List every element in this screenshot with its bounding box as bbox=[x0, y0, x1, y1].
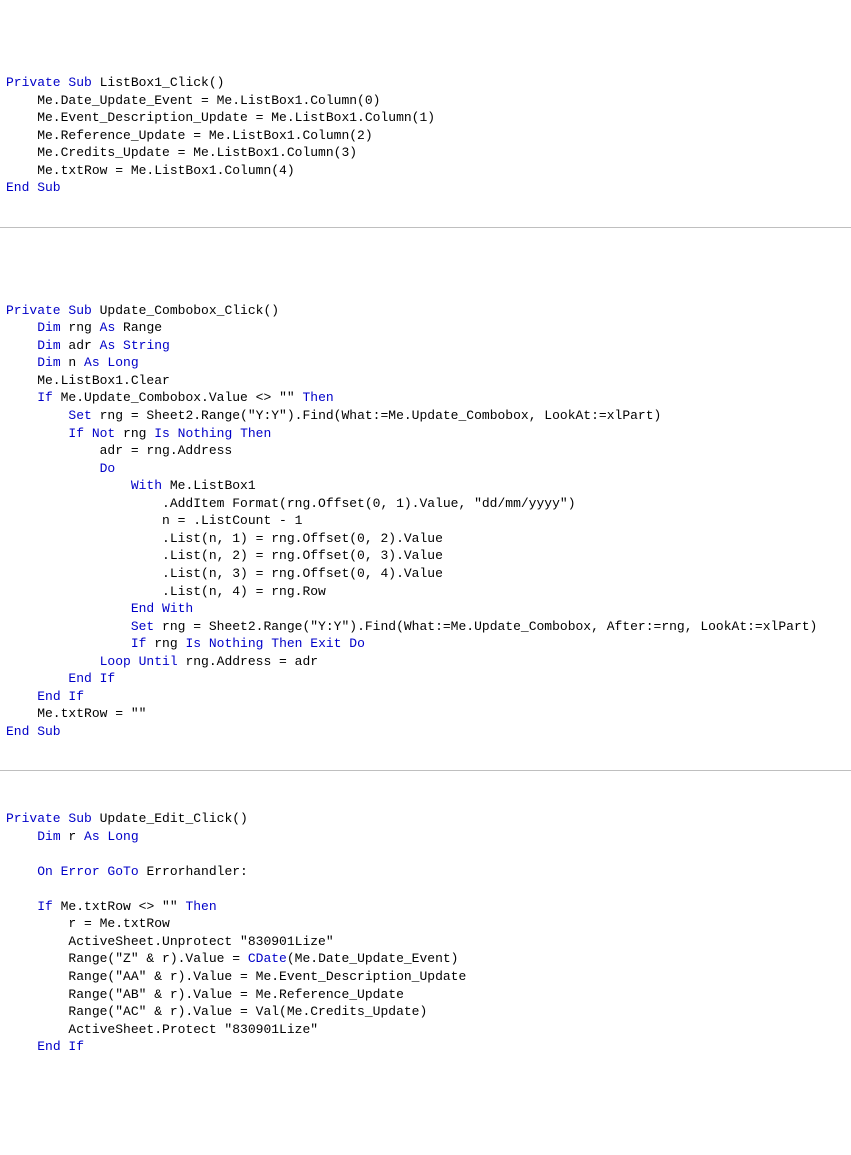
keyword-token: With bbox=[131, 478, 162, 493]
keyword-token: Loop Until bbox=[100, 654, 178, 669]
keyword-token: End If bbox=[37, 1039, 84, 1054]
keyword-token: Then bbox=[302, 390, 333, 405]
keyword-token: If bbox=[131, 636, 147, 651]
keyword-token: Dim bbox=[37, 829, 60, 844]
keyword-token: Is Nothing Then bbox=[154, 426, 271, 441]
keyword-token: Set bbox=[131, 619, 154, 634]
keyword-token: End If bbox=[37, 689, 84, 704]
keyword-token: End With bbox=[131, 601, 193, 616]
keyword-token: End Sub bbox=[6, 180, 61, 195]
keyword-token: As Long bbox=[84, 829, 139, 844]
code-segment-1[interactable]: Private Sub ListBox1_Click() Me.Date_Upd… bbox=[0, 70, 851, 209]
keyword-token: Dim bbox=[37, 338, 60, 353]
keyword-token: As Long bbox=[84, 355, 139, 370]
keyword-token: End Sub bbox=[6, 724, 61, 739]
keyword-token: Dim bbox=[37, 355, 60, 370]
keyword-token: Private Sub bbox=[6, 75, 92, 90]
keyword-token: Is Nothing Then Exit Do bbox=[185, 636, 364, 651]
keyword-token: If bbox=[37, 390, 53, 405]
keyword-token: As String bbox=[100, 338, 170, 353]
keyword-token: Do bbox=[100, 461, 116, 476]
proc-separator bbox=[0, 770, 851, 771]
keyword-token: End If bbox=[68, 671, 115, 686]
code-segment-2[interactable]: Private Sub Update_Combobox_Click() Dim … bbox=[0, 245, 851, 752]
keyword-token: If Not bbox=[68, 426, 115, 441]
keyword-token: If bbox=[37, 899, 53, 914]
keyword-token: Then bbox=[185, 899, 216, 914]
proc-separator bbox=[0, 227, 851, 228]
keyword-token: Set bbox=[68, 408, 91, 423]
keyword-token: Dim bbox=[37, 320, 60, 335]
keyword-token: Private Sub bbox=[6, 303, 92, 318]
keyword-token: On Error GoTo bbox=[37, 864, 138, 879]
code-segment-3[interactable]: Private Sub Update_Edit_Click() Dim r As… bbox=[0, 789, 851, 1068]
keyword-token: As bbox=[100, 320, 116, 335]
keyword-token: CDate bbox=[248, 951, 287, 966]
